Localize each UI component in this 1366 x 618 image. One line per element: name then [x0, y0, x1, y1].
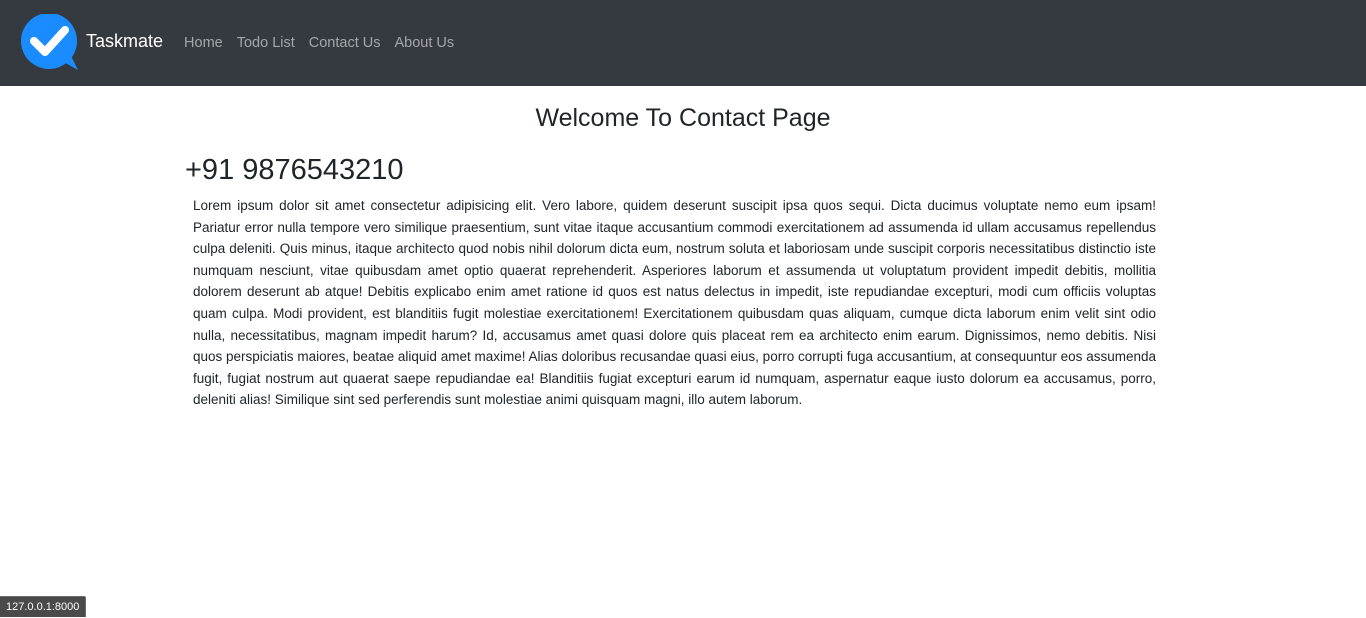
navbar: Taskmate Home Todo List Contact Us About…: [0, 0, 1366, 86]
contact-description: Lorem ipsum dolor sit amet consectetur a…: [193, 198, 1156, 408]
nav-links: Home Todo List Contact Us About Us: [177, 35, 461, 51]
brand-name: Taskmate: [86, 30, 164, 51]
nav-link-contact-us[interactable]: Contact Us: [302, 35, 388, 51]
checkmark-speech-bubble-icon: [21, 14, 78, 70]
page-title: Welcome To Contact Page: [535, 104, 831, 132]
nav-link-todo-list[interactable]: Todo List: [230, 35, 302, 51]
phone-number: +91 9876543210: [185, 154, 404, 186]
nav-link-about-us[interactable]: About Us: [388, 35, 462, 51]
brand-link[interactable]: Taskmate: [20, 14, 163, 72]
nav-link-home[interactable]: Home: [177, 35, 230, 51]
status-bar-url: 127.0.0.1:8000: [0, 596, 87, 617]
